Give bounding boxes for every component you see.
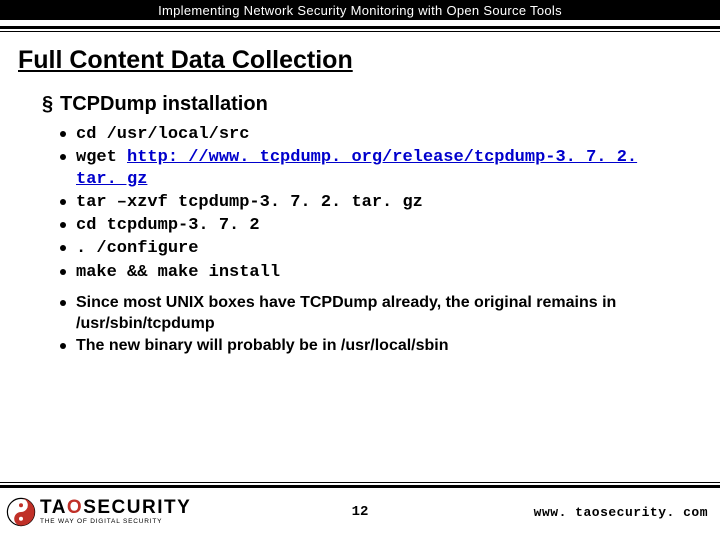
content-area: TCPDump installation cd /usr/local/src w… bbox=[42, 93, 688, 357]
section-heading-text: TCPDump installation bbox=[60, 93, 268, 115]
cmd-item: wget http: //www. tcpdump. org/release/t… bbox=[42, 147, 688, 190]
note-item: Since most UNIX boxes have TCPDump alrea… bbox=[42, 293, 688, 335]
cmd-item: tar –xzvf tcpdump-3. 7. 2. tar. gz bbox=[42, 192, 688, 213]
page-number: 12 bbox=[352, 504, 369, 520]
note-text: Since most UNIX boxes have TCPDump alrea… bbox=[76, 294, 616, 332]
note-item: The new binary will probably be in /usr/… bbox=[42, 336, 688, 357]
footer: TAOSECURITY THE WAY OF DIGITAL SECURITY … bbox=[0, 482, 720, 540]
header-title: Implementing Network Security Monitoring… bbox=[158, 3, 562, 18]
cmd-text: wget bbox=[76, 148, 127, 167]
cmd-item: make && make install bbox=[42, 262, 688, 283]
logo-text: TAOSECURITY THE WAY OF DIGITAL SECURITY bbox=[40, 498, 191, 526]
cmd-item: . /configure bbox=[42, 238, 688, 259]
divider-top bbox=[0, 26, 720, 32]
cmd-text: tar –xzvf tcpdump-3. 7. 2. tar. gz bbox=[76, 193, 423, 212]
footer-inner: TAOSECURITY THE WAY OF DIGITAL SECURITY … bbox=[0, 488, 720, 536]
cmd-text: make && make install bbox=[76, 263, 280, 282]
note-text: The new binary will probably be in /usr/… bbox=[76, 337, 449, 354]
logo-wordmark: TAOSECURITY bbox=[40, 498, 191, 517]
yinyang-icon bbox=[4, 495, 38, 529]
logo-tagline: THE WAY OF DIGITAL SECURITY bbox=[40, 519, 191, 526]
slide-title: Full Content Data Collection bbox=[18, 46, 720, 75]
cmd-item: cd /usr/local/src bbox=[42, 124, 688, 145]
cmd-text: . /configure bbox=[76, 239, 198, 258]
cmd-text: cd tcpdump-3. 7. 2 bbox=[76, 216, 260, 235]
download-link[interactable]: http: //www. tcpdump. org/release/tcpdum… bbox=[76, 148, 637, 188]
cmd-item: cd tcpdump-3. 7. 2 bbox=[42, 215, 688, 236]
site-url: www. taosecurity. com bbox=[534, 505, 708, 520]
header-bar: Implementing Network Security Monitoring… bbox=[0, 0, 720, 20]
cmd-text: cd /usr/local/src bbox=[76, 125, 249, 144]
logo: TAOSECURITY THE WAY OF DIGITAL SECURITY bbox=[4, 495, 191, 529]
section-heading: TCPDump installation bbox=[42, 93, 688, 116]
